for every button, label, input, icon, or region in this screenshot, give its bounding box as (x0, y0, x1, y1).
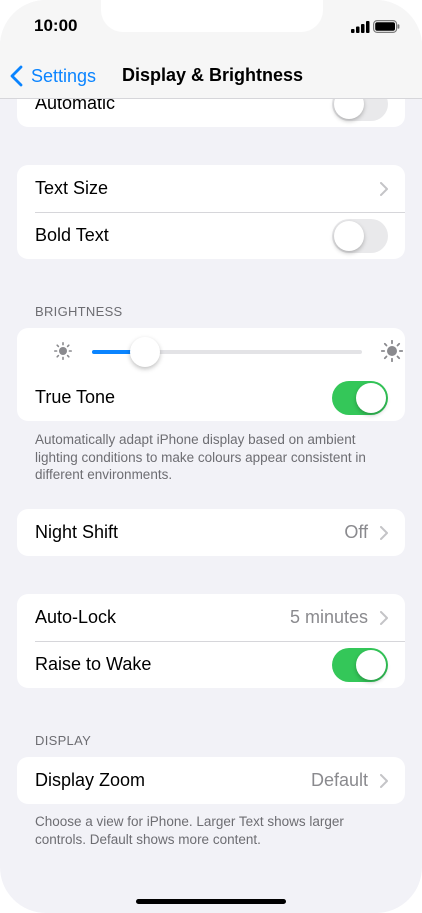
bold-text-row[interactable]: Bold Text (17, 212, 405, 259)
auto-lock-value: 5 minutes (289, 607, 368, 627)
brightness-slider-row (17, 328, 405, 374)
status-bar: 10:00 (0, 0, 422, 54)
brightness-group: True Tone (17, 328, 405, 421)
sun-small-icon (54, 342, 72, 360)
night-shift-label: Night Shift (35, 522, 119, 542)
navigation-bar: Settings Display & Brightness (0, 54, 422, 99)
text-group: Text Size Bold Text (17, 165, 405, 259)
true-tone-toggle[interactable] (332, 380, 388, 415)
bold-text-toggle[interactable] (332, 218, 388, 253)
bold-text-label: Bold Text (35, 225, 109, 245)
true-tone-row[interactable]: True Tone (17, 374, 405, 421)
text-size-row[interactable]: Text Size (17, 165, 405, 212)
night-shift-group: Night Shift Off (17, 509, 405, 556)
notch (101, 0, 323, 32)
display-zoom-label: Display Zoom (35, 770, 146, 790)
chevron-left-icon (10, 65, 23, 87)
text-size-label: Text Size (35, 178, 109, 198)
back-button-label: Settings (31, 65, 97, 86)
chevron-right-icon (380, 773, 388, 788)
page-title: Display & Brightness (122, 65, 304, 85)
raise-to-wake-toggle[interactable] (332, 647, 388, 682)
toggle-knob (356, 649, 386, 680)
home-indicator[interactable] (136, 899, 286, 904)
brightness-header: BRIGHTNESS (35, 304, 123, 319)
chevron-right-icon (380, 610, 388, 625)
display-zoom-value: Default (310, 770, 368, 790)
display-group: Display Zoom Default (17, 757, 405, 804)
auto-lock-label: Auto-Lock (35, 607, 117, 627)
toggle-knob (334, 220, 364, 251)
true-tone-label: True Tone (35, 387, 116, 407)
status-time: 10:00 (34, 16, 78, 35)
lock-group: Auto-Lock 5 minutes Raise to Wake (17, 594, 405, 688)
brightness-footer: Automatically adapt iPhone display based… (35, 432, 366, 482)
phone-screen: Automatic Text Size Bold Text BRIGHTNESS (0, 0, 422, 913)
chevron-right-icon (380, 525, 388, 540)
night-shift-value: Off (344, 522, 368, 542)
sun-large-icon (381, 340, 403, 362)
brightness-slider-fill (92, 350, 133, 354)
auto-lock-row[interactable]: Auto-Lock 5 minutes (17, 594, 405, 641)
display-header: DISPLAY (35, 733, 92, 748)
display-zoom-row[interactable]: Display Zoom Default (17, 757, 405, 804)
raise-to-wake-label: Raise to Wake (35, 654, 152, 674)
night-shift-row[interactable]: Night Shift Off (17, 509, 405, 556)
display-footer: Choose a view for iPhone. Larger Text sh… (35, 814, 344, 847)
settings-content: Automatic Text Size Bold Text BRIGHTNESS (0, 0, 422, 913)
cellular-signal-icon (351, 21, 370, 33)
battery-icon (373, 20, 400, 33)
back-button[interactable]: Settings (10, 64, 96, 88)
toggle-knob (356, 382, 386, 413)
brightness-slider-thumb[interactable] (130, 337, 160, 367)
chevron-right-icon (380, 181, 388, 196)
brightness-slider[interactable] (92, 337, 362, 367)
raise-to-wake-row[interactable]: Raise to Wake (17, 641, 405, 688)
